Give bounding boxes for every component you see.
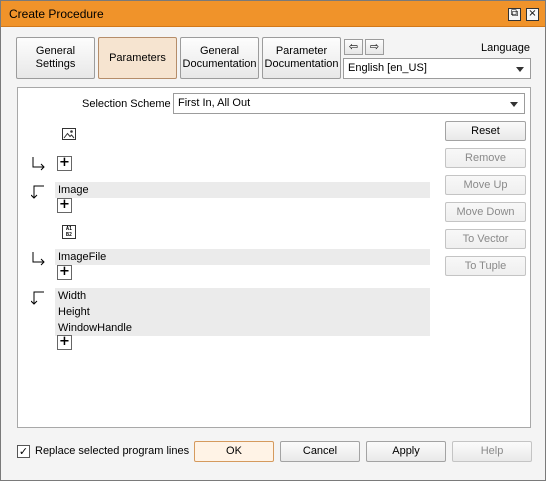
selection-scheme-value: First In, All Out [178, 97, 251, 109]
ok-button[interactable]: OK [194, 441, 274, 462]
tab-parameter-documentation[interactable]: Parameter Documentation [262, 37, 341, 79]
control-parameter-icon: A1 B2 [62, 225, 76, 239]
parameter-row[interactable]: WindowHandle [58, 320, 430, 336]
parameter-name: Image [58, 184, 89, 196]
add-control-input-button[interactable]: + [57, 265, 72, 280]
chevron-down-icon [516, 67, 524, 72]
replace-lines-label: Replace selected program lines [35, 445, 190, 457]
tab-general-settings[interactable]: General Settings [16, 37, 95, 79]
title-bar: Create Procedure ⧉ × [1, 1, 545, 27]
replace-lines-checkbox[interactable]: ✓ [17, 445, 30, 458]
parameter-name: ImageFile [58, 251, 107, 263]
parameter-row[interactable]: Height [58, 304, 430, 320]
language-value: English [en_US] [348, 62, 427, 74]
forward-arrow-icon[interactable]: ⇨ [365, 39, 384, 55]
create-procedure-dialog: Create Procedure ⧉ × General Settings Pa… [0, 0, 546, 481]
window-title: Create Procedure [9, 7, 104, 21]
tab-general-documentation[interactable]: General Documentation [180, 37, 259, 79]
add-iconic-input-button[interactable]: + [57, 156, 72, 171]
close-icon[interactable]: × [526, 8, 539, 21]
add-control-output-button[interactable]: + [57, 335, 72, 350]
move-down-button[interactable]: Move Down [445, 202, 526, 222]
image-icon [62, 128, 76, 140]
selection-scheme-select[interactable]: First In, All Out [173, 93, 525, 114]
remove-button[interactable]: Remove [445, 148, 526, 168]
tab-label: Parameters [109, 51, 166, 64]
language-label: Language [481, 42, 530, 54]
tab-parameters[interactable]: Parameters [98, 37, 177, 79]
apply-button[interactable]: Apply [366, 441, 446, 462]
parameter-row[interactable]: ImageFile [55, 249, 430, 265]
tab-label: General Documentation [182, 45, 257, 70]
tab-label: Parameter Documentation [264, 45, 339, 70]
restore-icon[interactable]: ⧉ [508, 8, 521, 21]
to-tuple-button[interactable]: To Tuple [445, 256, 526, 276]
output-connector-icon [31, 291, 44, 305]
language-select[interactable]: English [en_US] [343, 58, 531, 79]
to-vector-button[interactable]: To Vector [445, 229, 526, 249]
input-connector-icon [32, 157, 45, 171]
chevron-down-icon [510, 102, 518, 107]
input-connector-icon [32, 252, 45, 266]
parameter-row[interactable]: Image [55, 182, 430, 198]
tab-label: General Settings [35, 45, 76, 70]
parameter-row[interactable]: Width [58, 288, 430, 304]
parameter-group: Width Height WindowHandle [55, 288, 430, 336]
move-up-button[interactable]: Move Up [445, 175, 526, 195]
back-arrow-icon[interactable]: ⇦ [344, 39, 363, 55]
output-connector-icon [31, 185, 44, 199]
add-iconic-output-button[interactable]: + [57, 198, 72, 213]
cancel-button[interactable]: Cancel [280, 441, 360, 462]
selection-scheme-label: Selection Scheme [82, 98, 171, 110]
help-button[interactable]: Help [452, 441, 532, 462]
reset-button[interactable]: Reset [445, 121, 526, 141]
